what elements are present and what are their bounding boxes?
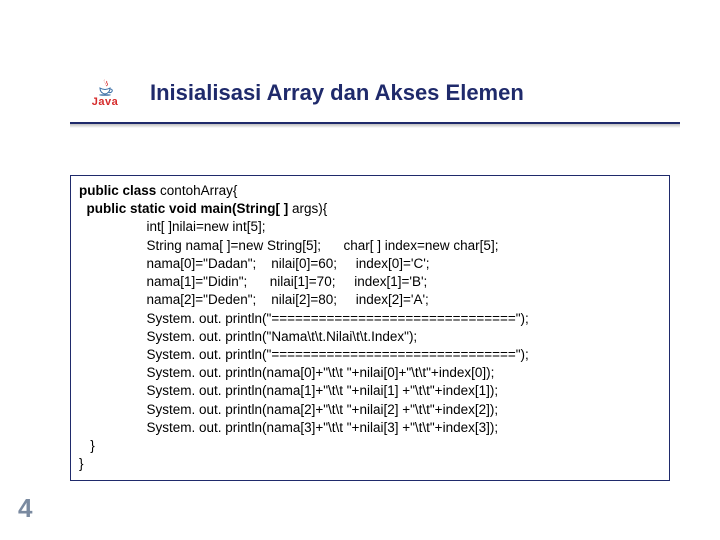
java-logo-icon: Java (70, 70, 140, 115)
code-line: nama[1]="Didin"; nilai[1]=70; index[1]='… (79, 274, 427, 289)
code-box: public class contohArray{ public static … (70, 175, 670, 481)
code-line: String nama[ ]=new String[5]; char[ ] in… (79, 238, 498, 253)
code-line: System. out. println(nama[2]+"\t\t "+nil… (79, 402, 498, 417)
slide-header: Java Inisialisasi Array dan Akses Elemen (70, 70, 690, 115)
code-line: } (79, 438, 95, 453)
code-line: args){ (292, 201, 327, 216)
code-line: nama[2]="Deden"; nilai[2]=80; index[2]='… (79, 292, 429, 307)
slide: Java Inisialisasi Array dan Akses Elemen… (0, 0, 720, 540)
code-line: } (79, 456, 84, 471)
code-line: System. out. println(nama[3]+"\t\t "+nil… (79, 420, 498, 435)
java-cup-icon (95, 78, 115, 96)
code-line: contohArray{ (160, 183, 237, 198)
code-line: System. out. println(nama[1]+"\t\t "+nil… (79, 383, 498, 398)
title-underline-shadow (70, 124, 680, 128)
code-line: nama[0]="Dadan"; nilai[0]=60; index[0]='… (79, 256, 430, 271)
code-line: System. out. println("==================… (79, 347, 529, 362)
code-line: System. out. println(nama[0]+"\t\t "+nil… (79, 365, 494, 380)
slide-title: Inisialisasi Array dan Akses Elemen (150, 80, 524, 106)
code-line: int[ ]nilai=new int[5]; (79, 219, 265, 234)
code-line: public class (79, 183, 160, 198)
code-line: public static void main(String[ ] (79, 201, 292, 216)
slide-number: 4 (18, 493, 32, 524)
code-line: System. out. println("==================… (79, 311, 529, 326)
code-line: System. out. println("Nama\t\t.Nilai\t\t… (79, 329, 417, 344)
java-wordmark: Java (92, 96, 118, 108)
